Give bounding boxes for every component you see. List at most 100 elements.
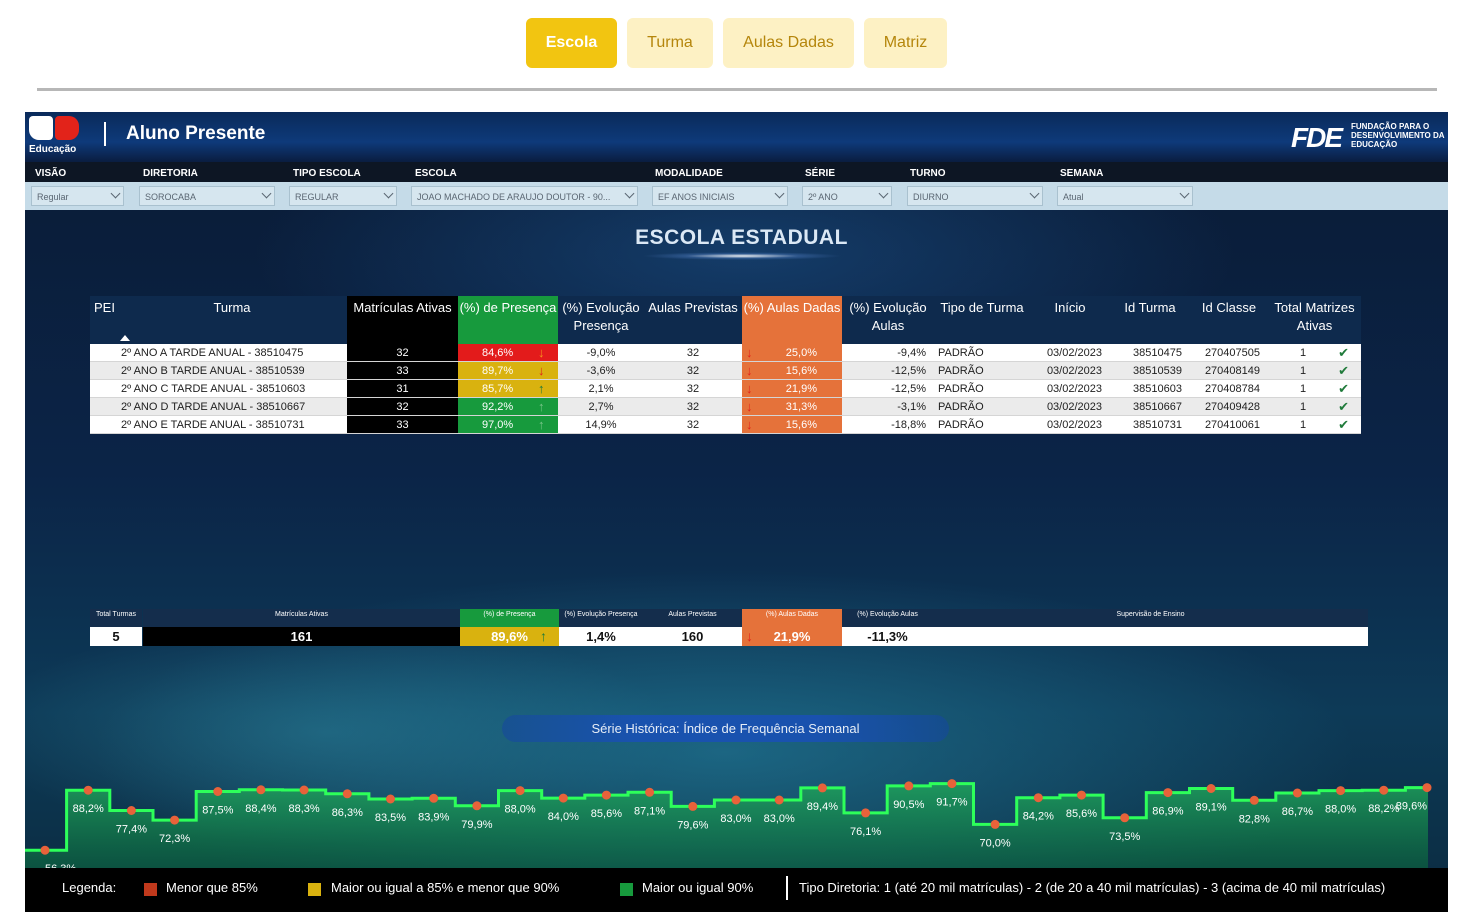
cell-turma: 2º ANO D TARDE ANUAL - 38510667 bbox=[117, 398, 347, 416]
total-aulas-dadas-cell: ↓ 21,9% bbox=[742, 627, 842, 646]
cell-presenca: 84,6% ↓ bbox=[458, 344, 558, 362]
chart-point[interactable] bbox=[688, 801, 698, 811]
chart-point[interactable] bbox=[213, 787, 223, 796]
table-row[interactable]: 2º ANO D TARDE ANUAL - 38510667 32 92,2%… bbox=[90, 398, 1361, 416]
col-header-evolucao-aulas[interactable]: (%) Evolução Aulas bbox=[842, 296, 934, 344]
col-header-aulas-previstas[interactable]: Aulas Previstas bbox=[644, 296, 742, 344]
filter-turno-select[interactable]: DIURNO bbox=[907, 186, 1043, 206]
table-row[interactable]: 2º ANO A TARDE ANUAL - 38510475 32 84,6%… bbox=[90, 344, 1361, 362]
col-header-inicio[interactable]: Início bbox=[1030, 296, 1110, 344]
check-icon: ✔ bbox=[1338, 399, 1349, 414]
chart-point[interactable] bbox=[1120, 813, 1130, 823]
chart-point[interactable] bbox=[1249, 795, 1259, 805]
chart-point[interactable] bbox=[386, 794, 395, 804]
chart-point[interactable] bbox=[429, 793, 439, 803]
chart-point[interactable] bbox=[1379, 785, 1389, 795]
chart-point[interactable] bbox=[1077, 790, 1086, 800]
chart-point[interactable] bbox=[256, 785, 266, 795]
filter-diretoria-select[interactable]: SOROCABA bbox=[139, 186, 275, 206]
total-turmas-value: 5 bbox=[90, 627, 142, 646]
chart-data-label: 86,7% bbox=[1282, 806, 1313, 818]
chart-point[interactable] bbox=[170, 815, 180, 825]
chart-point[interactable] bbox=[1336, 786, 1346, 796]
cell-inicio: 03/02/2023 bbox=[1030, 398, 1110, 416]
col-header-turma[interactable]: Turma bbox=[117, 296, 347, 344]
chart-data-label: 83,9% bbox=[418, 811, 449, 823]
total-aulas-dadas-value: 21,9% bbox=[773, 629, 811, 644]
aulas-dadas-value: 31,3% bbox=[785, 401, 817, 413]
chart-data-label: 83,0% bbox=[764, 813, 795, 825]
arrow-up-icon: ↑ bbox=[538, 417, 545, 432]
filter-label-semana: SEMANA bbox=[1060, 168, 1104, 179]
filter-serie-select[interactable]: 2º ANO bbox=[802, 186, 892, 206]
chart-point[interactable] bbox=[515, 786, 525, 796]
filter-escola-select[interactable]: JOAO MACHADO DE ARAUJO DOUTOR - 90... bbox=[411, 186, 638, 206]
col-header-id-turma[interactable]: Id Turma bbox=[1110, 296, 1190, 344]
filter-semana-value: Atual bbox=[1063, 192, 1084, 202]
chart-point[interactable] bbox=[83, 785, 93, 795]
col-header-evolucao-presenca[interactable]: (%) Evolução Presença bbox=[558, 296, 644, 344]
col-header-matriculas[interactable]: Matrículas Ativas bbox=[347, 296, 458, 344]
filter-label-escola: ESCOLA bbox=[415, 168, 457, 179]
chart-point[interactable] bbox=[126, 806, 136, 815]
filter-label-serie: SÉRIE bbox=[805, 168, 836, 179]
chart-point[interactable] bbox=[558, 793, 568, 803]
chart-point[interactable] bbox=[774, 795, 784, 805]
chevron-down-icon bbox=[261, 188, 272, 199]
filter-semana-select[interactable]: Atual bbox=[1057, 186, 1193, 206]
legend-swatch-green bbox=[620, 883, 633, 896]
chart-point[interactable] bbox=[861, 808, 871, 818]
filter-label-modalidade: MODALIDADE bbox=[655, 168, 723, 179]
chart-data-label: 82,8% bbox=[1239, 813, 1270, 825]
totals-header-evolucao-presenca: (%) Evolução Presença bbox=[559, 609, 643, 627]
chart-point[interactable] bbox=[299, 785, 309, 795]
chart-data-label: 88,0% bbox=[504, 804, 535, 816]
col-header-id-classe[interactable]: Id Classe bbox=[1190, 296, 1268, 344]
col-header-presenca[interactable]: (%) de Presença bbox=[458, 296, 558, 344]
chart-point[interactable] bbox=[817, 783, 827, 793]
cell-tipo-turma: PADRÃO bbox=[934, 362, 1030, 380]
chart-data-label: 88,0% bbox=[1325, 804, 1356, 816]
col-header-pei[interactable]: PEI bbox=[90, 296, 117, 344]
chart-point[interactable] bbox=[645, 787, 655, 797]
cell-presenca: 85,7% ↑ bbox=[458, 380, 558, 398]
tab-escola[interactable]: Escola bbox=[526, 18, 617, 68]
cell-inicio: 03/02/2023 bbox=[1030, 344, 1110, 362]
chart-point[interactable] bbox=[990, 819, 1000, 829]
chart-point[interactable] bbox=[1163, 788, 1173, 798]
cell-turma: 2º ANO E TARDE ANUAL - 38510731 bbox=[117, 416, 347, 434]
cell-aulas-dadas: ↓ 21,9% bbox=[742, 380, 842, 398]
chart-point[interactable] bbox=[40, 845, 50, 855]
chart-point[interactable] bbox=[947, 779, 957, 789]
cell-tipo-turma: PADRÃO bbox=[934, 416, 1030, 434]
table-row[interactable]: 2º ANO C TARDE ANUAL - 38510603 31 85,7%… bbox=[90, 380, 1361, 398]
chart-data-label: 87,5% bbox=[202, 805, 233, 817]
chart-point[interactable] bbox=[601, 790, 611, 800]
col-header-tipo-turma[interactable]: Tipo de Turma bbox=[934, 296, 1030, 344]
filter-visao-select[interactable]: Regular bbox=[31, 186, 124, 206]
chart-data-label: 89,4% bbox=[807, 801, 838, 813]
chart-point[interactable] bbox=[1206, 784, 1216, 793]
table-row[interactable]: 2º ANO B TARDE ANUAL - 38510539 33 89,7%… bbox=[90, 362, 1361, 380]
filter-tipo-escola-select[interactable]: REGULAR bbox=[289, 186, 397, 206]
check-icon: ✔ bbox=[1338, 417, 1349, 432]
chart-point[interactable] bbox=[472, 801, 482, 811]
tab-matriz[interactable]: Matriz bbox=[864, 18, 947, 68]
chart-point[interactable] bbox=[731, 795, 741, 805]
arrow-down-icon: ↓ bbox=[746, 399, 753, 414]
chart-point[interactable] bbox=[1422, 783, 1432, 793]
tab-aulas-dadas[interactable]: Aulas Dadas bbox=[723, 18, 854, 68]
table-row[interactable]: 2º ANO E TARDE ANUAL - 38510731 33 97,0%… bbox=[90, 416, 1361, 434]
chart-point[interactable] bbox=[342, 789, 352, 799]
chart-point[interactable] bbox=[1292, 788, 1302, 798]
tab-turma[interactable]: Turma bbox=[627, 18, 713, 68]
chart-data-label: 87,1% bbox=[634, 805, 665, 817]
chart-point[interactable] bbox=[904, 781, 914, 791]
chart-point[interactable] bbox=[1033, 793, 1043, 803]
col-header-total-matrizes[interactable]: Total Matrizes Ativas bbox=[1268, 296, 1361, 344]
totals-header-presenca: (%) de Presença bbox=[460, 609, 559, 627]
cell-evolucao-presenca: -3,6% bbox=[558, 362, 644, 380]
arrow-down-icon: ↓ bbox=[746, 345, 753, 360]
col-header-aulas-dadas[interactable]: (%) Aulas Dadas bbox=[742, 296, 842, 344]
filter-modalidade-select[interactable]: EF ANOS INICIAIS bbox=[652, 186, 788, 206]
